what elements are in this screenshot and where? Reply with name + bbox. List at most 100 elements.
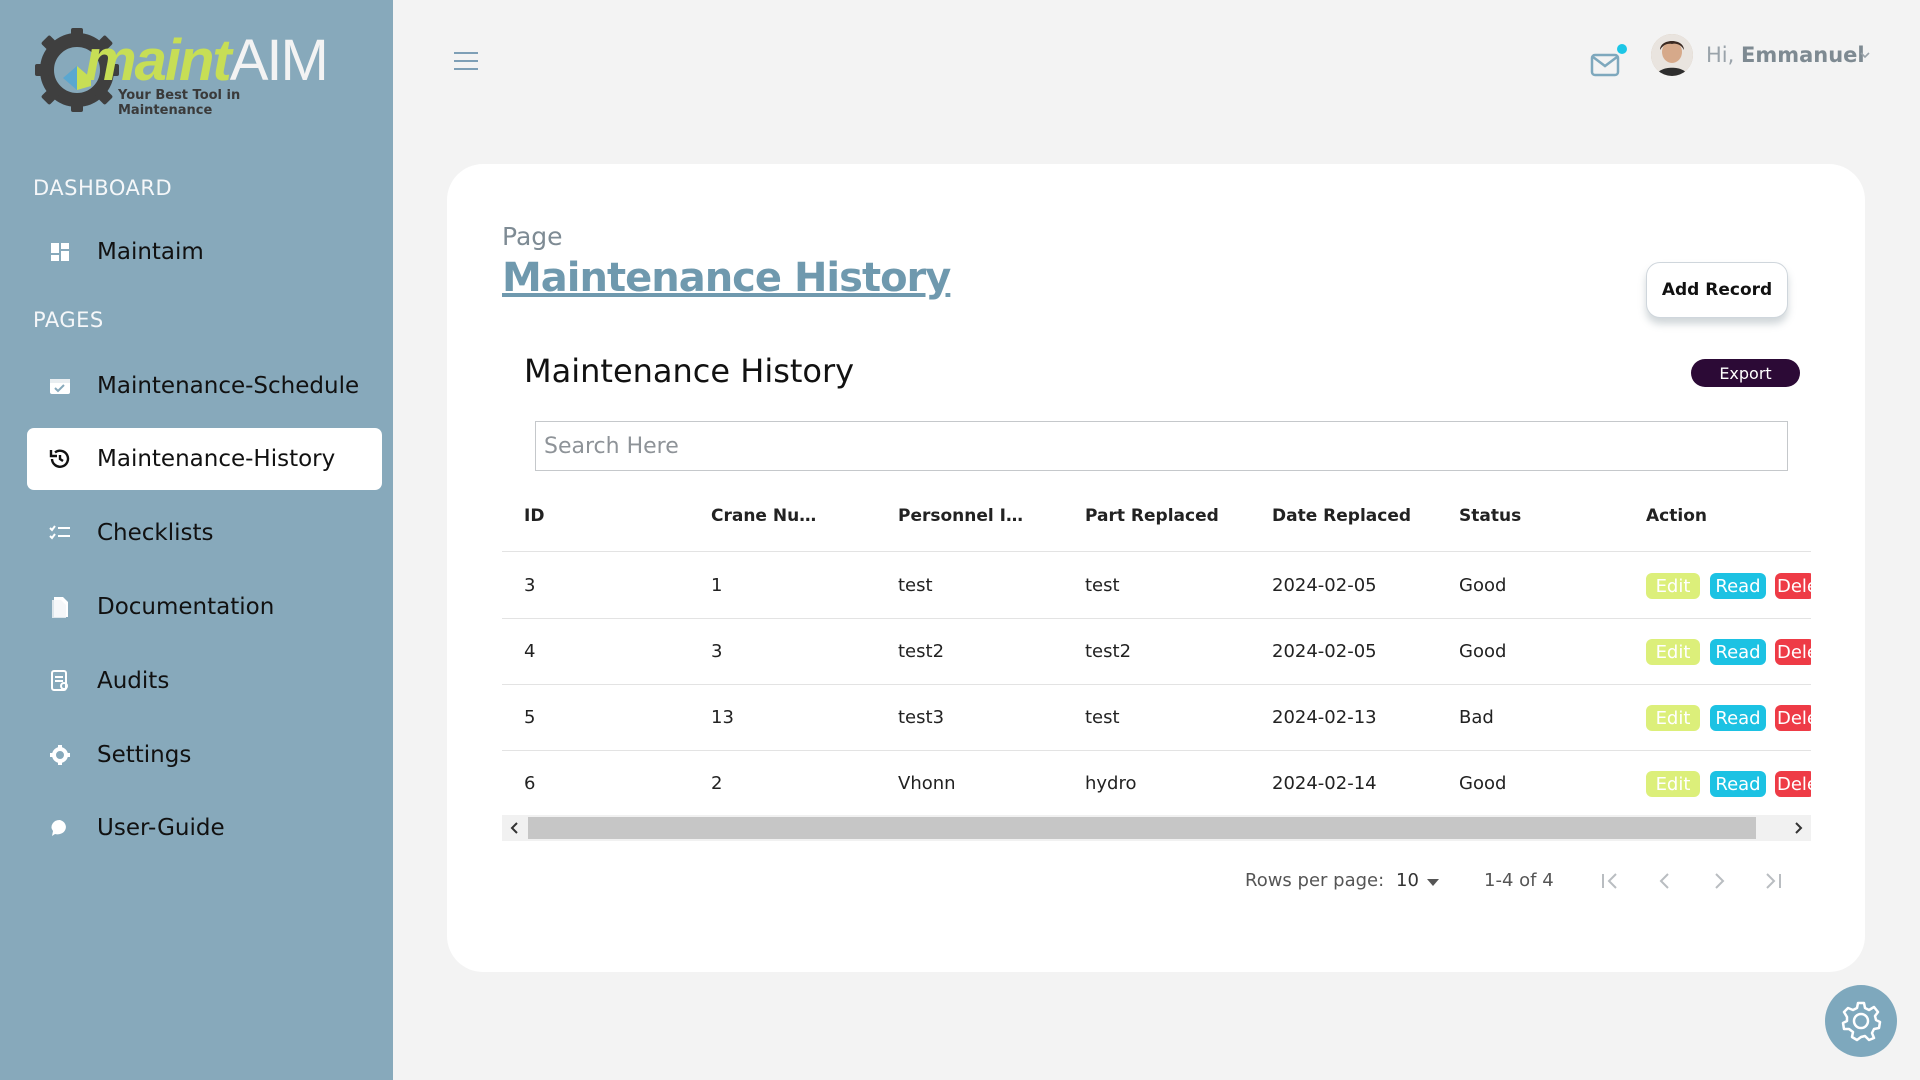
cell-status: Bad xyxy=(1459,707,1494,728)
data-table: ID Crane Numb... Personnel Inc... Part R… xyxy=(502,490,1811,812)
edit-button[interactable]: Edit xyxy=(1646,771,1700,797)
caret-down-icon[interactable] xyxy=(1427,879,1439,886)
page-title[interactable]: Maintenance History xyxy=(502,255,951,301)
gear-icon xyxy=(1841,1001,1882,1042)
settings-fab-button[interactable] xyxy=(1825,985,1897,1057)
cell-personnel: Vhonn xyxy=(898,773,956,794)
cell-personnel: test3 xyxy=(898,707,945,728)
column-header-personnel[interactable]: Personnel Inc... xyxy=(898,506,1023,526)
sidebar: maintAIM Your Best Tool in Maintenance D… xyxy=(0,0,393,1080)
mail-icon[interactable] xyxy=(1590,50,1622,78)
read-button[interactable]: Read xyxy=(1710,771,1766,797)
sidebar-item-label: Maintenance-Schedule xyxy=(97,373,360,399)
cell-part-replaced: test xyxy=(1085,707,1120,728)
table-row: 5 13 test3 test 2024-02-13 Bad Edit Read… xyxy=(502,685,1811,751)
brand-tagline: Your Best Tool in Maintenance xyxy=(118,88,241,118)
sidebar-item-maintenance-schedule[interactable]: Maintenance-Schedule xyxy=(27,355,382,417)
brand-wordmark-part1: maint xyxy=(85,28,232,93)
cell-id: 5 xyxy=(524,707,536,728)
read-button[interactable]: Read xyxy=(1710,573,1766,599)
cell-personnel: test xyxy=(898,575,933,596)
sidebar-section-pages: PAGES xyxy=(33,308,104,332)
cell-date-replaced: 2024-02-13 xyxy=(1272,707,1377,728)
dashboard-icon xyxy=(47,239,73,265)
checklist-icon xyxy=(47,520,73,546)
sidebar-item-label: Audits xyxy=(97,668,170,694)
cell-id: 3 xyxy=(524,575,536,596)
column-header-part-replaced[interactable]: Part Replaced xyxy=(1085,506,1219,526)
sidebar-item-documentation[interactable]: Documentation xyxy=(27,576,382,638)
cell-crane-number: 3 xyxy=(711,641,723,662)
hamburger-line xyxy=(454,52,478,54)
horizontal-scrollbar[interactable] xyxy=(502,815,1811,841)
user-greeting[interactable]: Hi, Emmanuel xyxy=(1706,43,1865,67)
last-page-icon[interactable] xyxy=(1759,868,1787,894)
delete-button[interactable]: Dele xyxy=(1775,705,1811,731)
rows-per-page-select[interactable]: 10 xyxy=(1396,870,1419,891)
table-title: Maintenance History xyxy=(524,352,855,390)
sidebar-item-label: Documentation xyxy=(97,594,275,620)
delete-button[interactable]: Dele xyxy=(1775,573,1811,599)
table-row: 3 1 test test 2024-02-05 Good Edit Read … xyxy=(502,553,1811,619)
read-button[interactable]: Read xyxy=(1710,639,1766,665)
document-icon xyxy=(47,594,73,620)
column-header-date-replaced[interactable]: Date Replaced xyxy=(1272,506,1411,526)
sidebar-item-settings[interactable]: Settings xyxy=(27,724,382,786)
column-header-id[interactable]: ID xyxy=(524,506,544,526)
hamburger-line xyxy=(454,60,478,62)
sidebar-item-checklists[interactable]: Checklists xyxy=(27,502,382,564)
sidebar-item-label: Settings xyxy=(97,742,192,768)
read-button[interactable]: Read xyxy=(1710,705,1766,731)
sidebar-item-maintenance-history[interactable]: Maintenance-History xyxy=(27,428,382,490)
cell-status: Good xyxy=(1459,641,1507,662)
next-page-icon[interactable] xyxy=(1705,868,1733,894)
brand-logo[interactable]: maintAIM Your Best Tool in Maintenance xyxy=(33,26,329,118)
cell-date-replaced: 2024-02-14 xyxy=(1272,773,1377,794)
cell-date-replaced: 2024-02-05 xyxy=(1272,641,1377,662)
sidebar-item-label: Maintaim xyxy=(97,239,204,265)
scroll-left-arrow-icon[interactable] xyxy=(505,818,525,838)
cell-id: 4 xyxy=(524,641,536,662)
column-header-action: Action xyxy=(1646,506,1707,526)
sidebar-item-audits[interactable]: Audits xyxy=(27,650,382,712)
scrollbar-thumb[interactable] xyxy=(528,817,1756,839)
sidebar-item-user-guide[interactable]: User-Guide xyxy=(27,797,382,859)
export-button[interactable]: Export xyxy=(1691,359,1800,387)
sidebar-section-dashboard: DASHBOARD xyxy=(33,176,173,200)
chevron-down-icon[interactable] xyxy=(1858,48,1872,62)
pagination-range: 1-4 of 4 xyxy=(1484,870,1554,891)
cell-crane-number: 13 xyxy=(711,707,734,728)
column-header-crane-number[interactable]: Crane Numb... xyxy=(711,506,831,526)
menu-toggle-button[interactable] xyxy=(454,50,480,72)
previous-page-icon[interactable] xyxy=(1651,868,1679,894)
sidebar-item-maintaim[interactable]: Maintaim xyxy=(27,221,382,283)
edit-button[interactable]: Edit xyxy=(1646,573,1700,599)
cell-id: 6 xyxy=(524,773,536,794)
table-row: 4 3 test2 test2 2024-02-05 Good Edit Rea… xyxy=(502,619,1811,685)
column-header-status[interactable]: Status xyxy=(1459,506,1521,526)
delete-button[interactable]: Dele xyxy=(1775,639,1811,665)
calendar-check-icon xyxy=(47,373,73,399)
cell-status: Good xyxy=(1459,575,1507,596)
search-input[interactable] xyxy=(535,421,1788,471)
table-row: 6 2 Vhonn hydro 2024-02-14 Good Edit Rea… xyxy=(502,751,1811,812)
delete-button[interactable]: Dele xyxy=(1775,771,1811,797)
cell-part-replaced: hydro xyxy=(1085,773,1137,794)
audit-icon xyxy=(47,668,73,694)
avatar[interactable] xyxy=(1651,34,1693,76)
gear-icon xyxy=(47,742,73,768)
notification-dot xyxy=(1617,44,1627,54)
cell-crane-number: 2 xyxy=(711,773,723,794)
first-page-icon[interactable] xyxy=(1596,868,1624,894)
greeting-prefix: Hi, xyxy=(1706,43,1735,67)
edit-button[interactable]: Edit xyxy=(1646,705,1700,731)
brand-wordmark: maintAIM xyxy=(85,32,329,90)
sidebar-item-label: Maintenance-History xyxy=(97,446,336,472)
cell-date-replaced: 2024-02-05 xyxy=(1272,575,1377,596)
scroll-right-arrow-icon[interactable] xyxy=(1788,818,1808,838)
add-record-button[interactable]: Add Record xyxy=(1646,262,1788,318)
edit-button[interactable]: Edit xyxy=(1646,639,1700,665)
sidebar-item-label: User-Guide xyxy=(97,815,225,841)
chat-bubble-icon xyxy=(47,815,73,841)
rows-per-page-label: Rows per page: xyxy=(1245,870,1385,891)
